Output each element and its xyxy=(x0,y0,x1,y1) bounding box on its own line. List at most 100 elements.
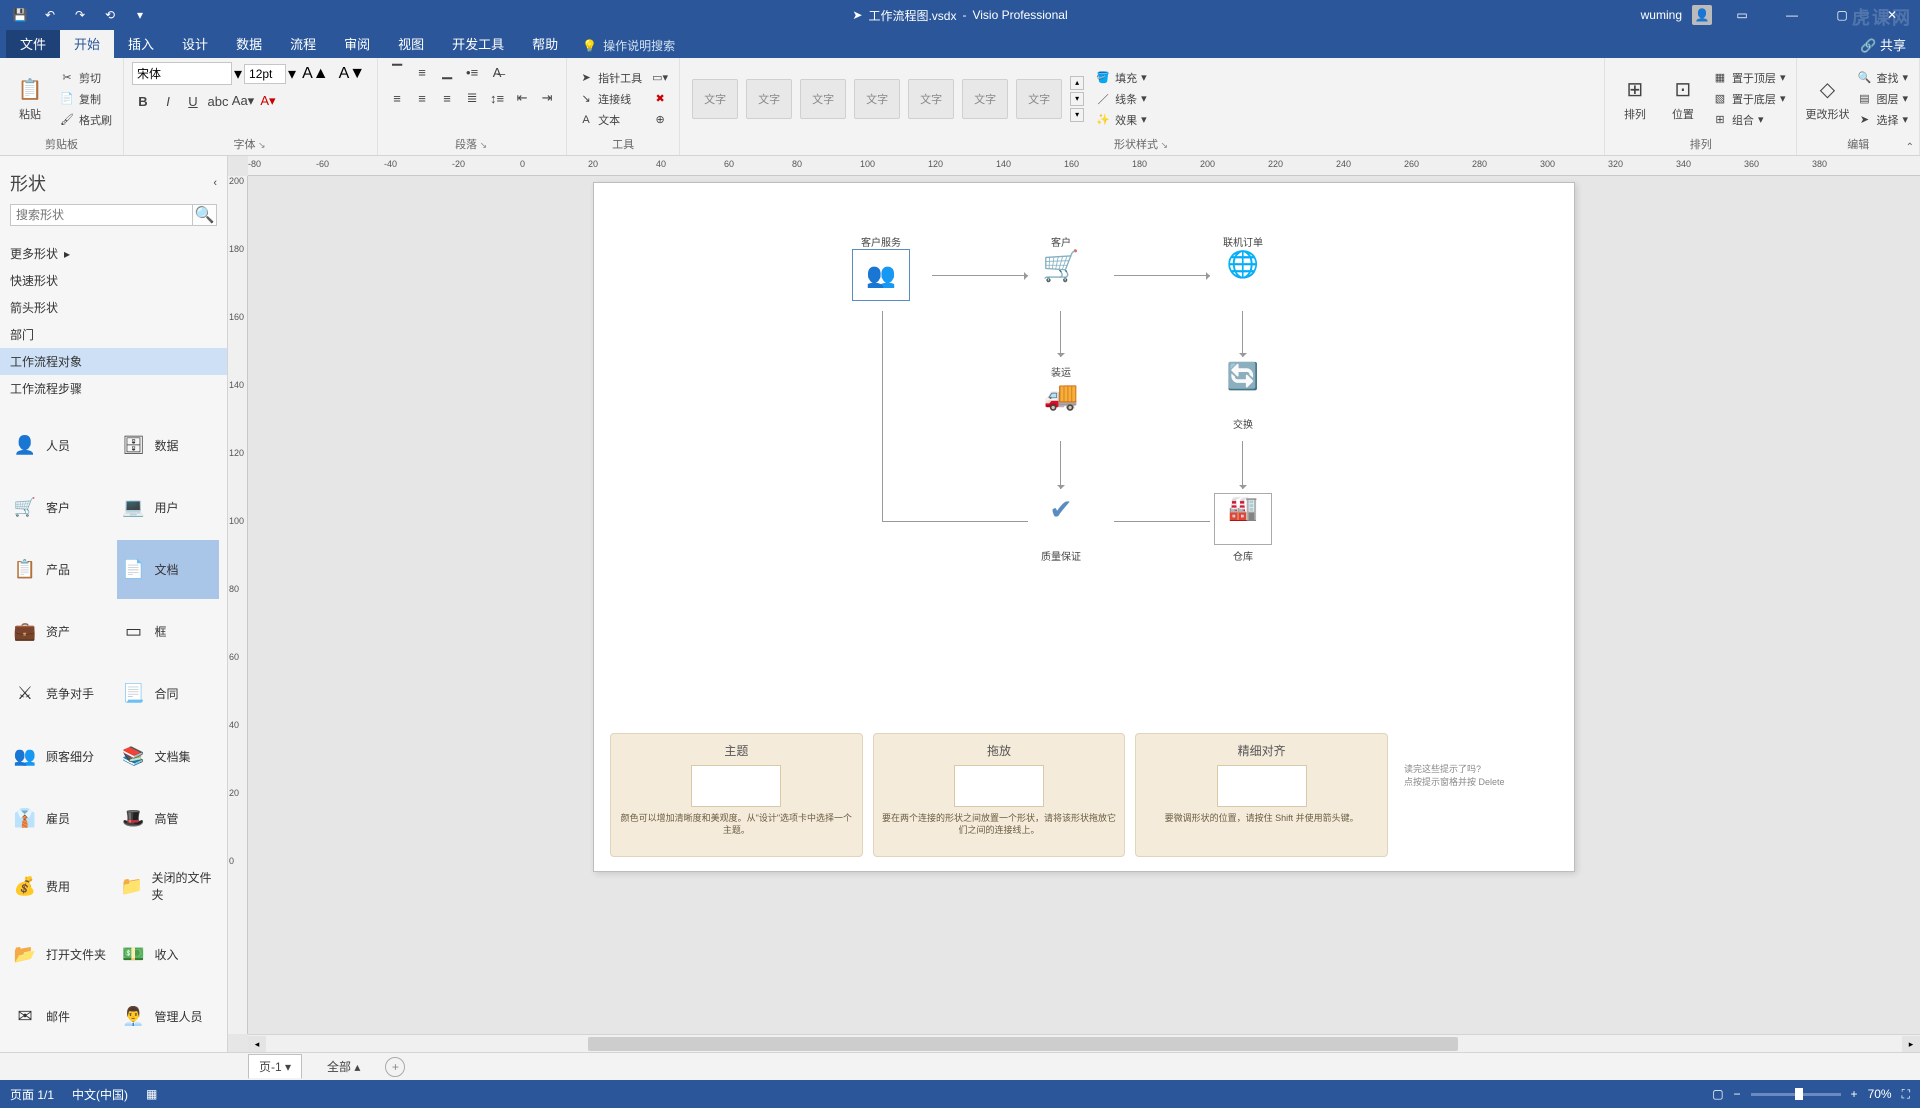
shape-warehouse[interactable]: 🏭 仓库 xyxy=(1214,493,1272,563)
tab-help[interactable]: 帮助 xyxy=(518,29,572,58)
save-icon[interactable]: 💾 xyxy=(12,7,28,23)
connection-point-button[interactable]: ⊕ xyxy=(649,111,671,129)
connector[interactable] xyxy=(882,521,1028,522)
connector[interactable] xyxy=(1114,275,1210,276)
select-button[interactable]: ➤选择▾ xyxy=(1853,111,1911,129)
tip-drag[interactable]: 拖放 要在两个连接的形状之间放置一个形状，请将该形状拖放它们之间的连接线上。 xyxy=(873,733,1126,857)
case-button[interactable]: Aa▾ xyxy=(232,91,254,111)
language-indicator[interactable]: 中文(中国) xyxy=(72,1086,128,1103)
shape-item[interactable]: 🎩高管 xyxy=(117,789,220,847)
macro-icon[interactable]: ▦ xyxy=(146,1087,157,1101)
shape-item[interactable]: 📃合同 xyxy=(117,665,220,723)
scroll-left-icon[interactable]: ◂ xyxy=(248,1036,266,1052)
scroll-right-icon[interactable]: ▸ xyxy=(1902,1036,1920,1052)
canvas[interactable]: 客户服务 👥 客户 🛒 联机订单 🌐 装运 🚚 🔄 xyxy=(248,176,1920,1034)
connector[interactable] xyxy=(882,311,883,521)
connector-tool-button[interactable]: ↘连接线 xyxy=(575,90,645,108)
arrange-button[interactable]: ⊞排列 xyxy=(1613,62,1657,135)
shape-item[interactable]: 🛒客户 xyxy=(8,478,111,536)
workflow-steps[interactable]: 工作流程步骤 xyxy=(0,375,227,402)
shape-item[interactable]: 👤人员 xyxy=(8,416,111,474)
shape-item[interactable]: 🗄数据 xyxy=(117,416,220,474)
effect-button[interactable]: ✨效果▾ xyxy=(1092,111,1150,129)
clear-format-button[interactable]: A̶ xyxy=(486,62,508,82)
shape-item[interactable]: ⚔竞争对手 xyxy=(8,665,111,723)
shape-item[interactable]: 💰费用 xyxy=(8,851,111,921)
indent-dec-button[interactable]: ⇤ xyxy=(511,88,533,108)
find-button[interactable]: 🔍查找▾ xyxy=(1853,69,1911,87)
pointer-tool-button[interactable]: ➤指针工具 xyxy=(575,69,645,87)
tip-align[interactable]: 精细对齐 要微调形状的位置，请按住 Shift 并使用箭头键。 xyxy=(1135,733,1388,857)
tab-home[interactable]: 开始 xyxy=(60,29,114,58)
connector[interactable] xyxy=(1242,311,1243,357)
shape-item[interactable]: ✉邮件 xyxy=(8,988,111,1046)
zoom-level[interactable]: 70% xyxy=(1868,1087,1892,1101)
tip-theme[interactable]: 主题 颜色可以增加清晰度和美观度。从"设计"选项卡中选择一个主题。 xyxy=(610,733,863,857)
connector[interactable] xyxy=(1114,521,1210,522)
delete-connector-button[interactable]: ✖ xyxy=(649,90,671,108)
line-button[interactable]: ／线条▾ xyxy=(1092,90,1150,108)
shape-item[interactable]: ▭框 xyxy=(117,603,220,661)
more-shapes[interactable]: 更多形状 ▸ xyxy=(0,240,227,267)
align-right-button[interactable]: ≡ xyxy=(436,88,458,108)
drawing-page[interactable]: 客户服务 👥 客户 🛒 联机订单 🌐 装运 🚚 🔄 xyxy=(593,182,1575,872)
collapse-ribbon-icon[interactable]: ⌃ xyxy=(1906,142,1914,153)
font-size-select[interactable]: 12pt xyxy=(244,64,286,84)
tab-design[interactable]: 设计 xyxy=(168,29,222,58)
zoom-slider[interactable] xyxy=(1751,1093,1841,1096)
shape-online-order[interactable]: 联机订单 🌐 xyxy=(1214,231,1272,301)
align-bottom-button[interactable]: ▁ xyxy=(436,62,458,82)
shape-item[interactable]: 💵收入 xyxy=(117,926,220,984)
page-tab-1[interactable]: 页-1 ▾ xyxy=(248,1054,302,1079)
styles-launcher-icon[interactable]: ↘ xyxy=(1158,140,1170,150)
copy-button[interactable]: 📄复制 xyxy=(56,90,115,108)
username[interactable]: wuming xyxy=(1641,8,1682,22)
tab-review[interactable]: 审阅 xyxy=(330,29,384,58)
shape-item[interactable]: 👔雇员 xyxy=(8,789,111,847)
connector[interactable] xyxy=(1242,441,1243,489)
tab-view[interactable]: 视图 xyxy=(384,29,438,58)
bring-front-button[interactable]: ▦置于顶层▾ xyxy=(1709,69,1789,87)
zoom-in-button[interactable]: + xyxy=(1851,1087,1858,1101)
quick-shapes[interactable]: 快速形状 xyxy=(0,267,227,294)
style-swatch[interactable]: 文字 xyxy=(692,79,738,119)
strike-button[interactable]: abc xyxy=(207,91,229,111)
shape-item[interactable]: 📄文档 xyxy=(117,540,220,598)
text-tool-button[interactable]: A文本 xyxy=(575,111,645,129)
connector[interactable] xyxy=(932,275,1028,276)
connector[interactable] xyxy=(1060,441,1061,489)
style-swatch[interactable]: 文字 xyxy=(800,79,846,119)
zoom-out-button[interactable]: − xyxy=(1734,1087,1741,1101)
change-shape-button[interactable]: ◇更改形状 xyxy=(1805,62,1849,135)
shape-item[interactable]: 📁关闭的文件夹 xyxy=(117,851,220,921)
scroll-thumb[interactable] xyxy=(588,1037,1458,1051)
page-indicator[interactable]: 页面 1/1 xyxy=(10,1086,54,1103)
style-gallery[interactable]: 文字 文字 文字 文字 文字 文字 文字 ▴ ▾ ▾ xyxy=(688,62,1088,135)
shape-item[interactable]: 💻用户 xyxy=(117,478,220,536)
font-color-button[interactable]: A▾ xyxy=(257,91,279,111)
fit-page-icon[interactable]: ⛶ xyxy=(1902,1087,1910,1102)
indent-inc-button[interactable]: ⇥ xyxy=(536,88,558,108)
present-mode-icon[interactable]: ▢ xyxy=(1712,1087,1723,1101)
tab-dev[interactable]: 开发工具 xyxy=(438,29,518,58)
line-spacing-button[interactable]: ↕≡ xyxy=(486,88,508,108)
style-swatch[interactable]: 文字 xyxy=(1016,79,1062,119)
shape-delivery[interactable]: 🔄 交换 xyxy=(1214,361,1272,431)
font-name-select[interactable]: 宋体 xyxy=(132,62,232,85)
minimize-icon[interactable]: — xyxy=(1772,0,1812,30)
bullets-button[interactable]: •≡ xyxy=(461,62,483,82)
style-swatch[interactable]: 文字 xyxy=(962,79,1008,119)
tell-me[interactable]: 💡操作说明搜索 xyxy=(572,33,685,58)
font-launcher-icon[interactable]: ↘ xyxy=(256,140,268,150)
justify-button[interactable]: ≣ xyxy=(461,88,483,108)
style-swatch[interactable]: 文字 xyxy=(746,79,792,119)
zoom-thumb[interactable] xyxy=(1795,1088,1803,1100)
gallery-up-icon[interactable]: ▴ xyxy=(1070,76,1084,90)
style-swatch[interactable]: 文字 xyxy=(854,79,900,119)
user-avatar-icon[interactable]: 👤 xyxy=(1692,5,1712,25)
paragraph-launcher-icon[interactable]: ↘ xyxy=(477,140,489,150)
tab-data[interactable]: 数据 xyxy=(222,29,276,58)
qat-more-icon[interactable]: ▾ xyxy=(132,7,148,23)
italic-button[interactable]: I xyxy=(157,91,179,111)
redo-icon[interactable]: ↷ xyxy=(72,7,88,23)
